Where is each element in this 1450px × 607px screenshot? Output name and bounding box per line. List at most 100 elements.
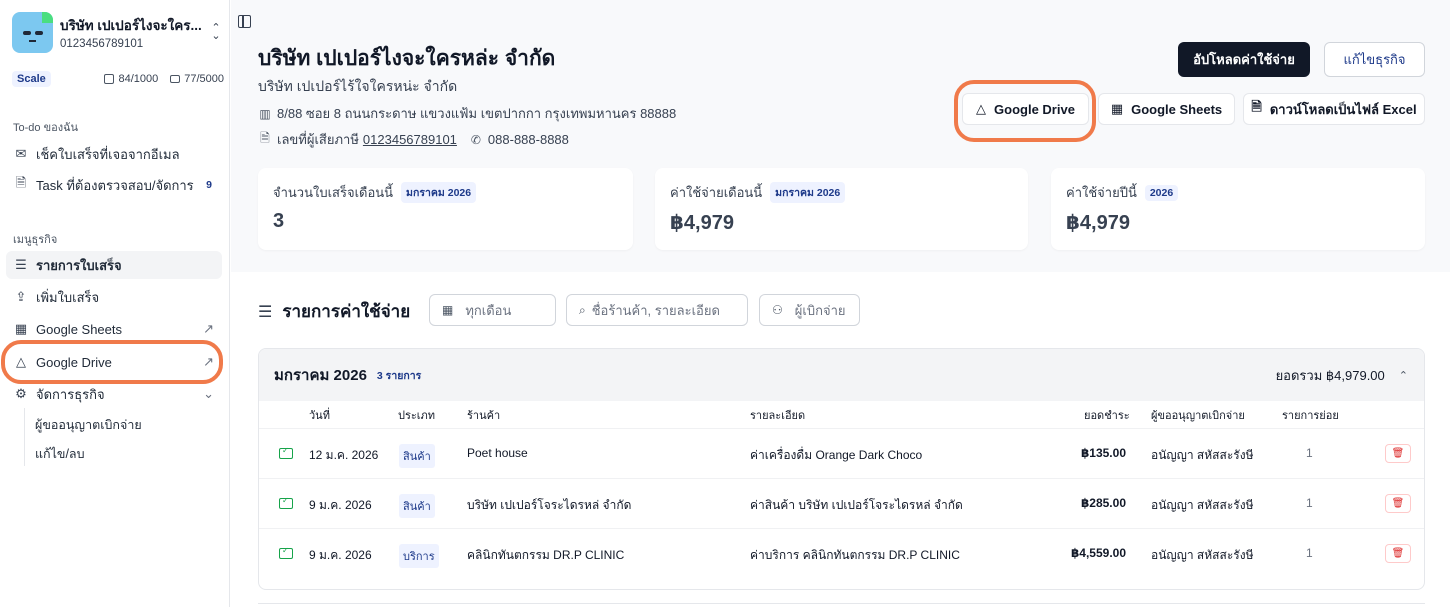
google-sheets-button[interactable]: ▦ Google Sheets [1098,93,1235,125]
col-date: วันที่ [309,410,330,422]
sheet-icon: ▦ [1110,101,1124,116]
download-excel-button[interactable]: 🗎 ดาวน์โหลดเป็นไฟล์ Excel [1243,93,1425,125]
delete-button[interactable]: 🗑 [1385,494,1411,513]
mail-icon: ✉ [15,146,27,161]
gear-icon: ⚙ [15,386,27,401]
sidebar-item-email-receipts[interactable]: ✉ เช็คใบเสร็จที่เจอจากอีเมล [6,140,222,168]
document-icon: 🗎 [260,131,270,145]
sidebar-item-manage-business[interactable]: ⚙ จัดการธุรกิจ ⌄ [6,380,222,408]
company-avatar [12,11,53,53]
folder-check-icon[interactable] [279,496,293,509]
delete-button[interactable]: 🗑 [1385,444,1411,463]
external-link-icon: ↗ [203,321,214,336]
row-shop: คลินิกทันตกรรม DR.P CLINIC [467,548,625,562]
row-items: 1 [1306,546,1313,560]
row-payer: อนัญญา สหัสสะรังษี [1151,548,1254,562]
group-count: 3 รายการ [376,369,422,382]
user-icon: ⚇ [772,303,783,317]
chevron-updown-icon: ⌃ ⌄ [211,22,221,42]
divider [259,428,1424,429]
sidebar-subitem-edit-delete[interactable]: แก้ไข/ลบ [35,444,85,464]
stat-card-expense-month: ค่าใช้จ่ายเดือนนี้ มกราคม 2026 ฿4,979 [655,168,1028,250]
sidebar: บริษัท เปเปอร์ไงจะใคร... 0123456789101 ⌃… [0,0,230,607]
sidebar-collapse-icon[interactable] [238,15,251,28]
list-icon: ☰ [258,303,273,321]
month-group-header[interactable]: มกราคม 2026 3 รายการ ยอดรวม ฿4,979.00 ⌃ [259,349,1424,401]
year-tag: 2026 [1144,184,1179,201]
edit-business-button[interactable]: แก้ไขธุรกิจ [1324,42,1425,77]
sidebar-item-google-sheets[interactable]: ▦ Google Sheets ↗ [6,315,222,343]
month-tag: มกราคม 2026 [401,182,477,203]
trash-icon: 🗑 [1391,498,1405,509]
col-detail: รายละเอียด [750,410,806,422]
file-icon: 🗎 [1251,99,1262,114]
delete-button[interactable]: 🗑 [1385,544,1411,563]
row-amount: ฿285.00 [1080,496,1126,510]
plan-row: Scale 84/1000 77/5000 [12,70,224,88]
row-shop: บริษัท เปเปอร์โจระไดรหล่ จำกัด [467,498,632,512]
address-line: ▥ 8/88 ซอย 8 ถนนกระดาษ แขวงแฟ้ม เขตปากกา… [259,106,677,121]
type-badge: บริการ [399,544,439,568]
tax-line: 🗎 เลขที่ผู้เสียภาษี 0123456789101 ✆ 088-… [258,129,569,150]
quota-docs: 84/1000 [104,73,158,85]
drive-icon: △ [16,354,26,369]
quota-mail: 77/5000 [170,73,224,85]
row-amount: ฿135.00 [1080,446,1126,460]
search-input[interactable]: ⌕ ชื่อร้านค้า, รายละเอียด [566,294,748,326]
col-amount: ยอดชำระ [1084,410,1130,422]
sheet-icon: ▦ [14,321,28,336]
sidebar-item-add-receipt[interactable]: ⇪ เพิ่มใบเสร็จ [6,283,222,311]
external-link-icon: ↗ [203,354,214,369]
col-items: รายการย่อย [1282,410,1339,422]
payer-filter[interactable]: ⚇ ผู้เบิกจ่าย [759,294,860,326]
type-badge: สินค้า [399,444,435,468]
file-icon: 🗎 [15,175,27,190]
col-type: ประเภท [398,410,436,422]
row-amount: ฿4,559.00 [1070,546,1126,560]
sidebar-item-tasks[interactable]: 🗎 Task ที่ต้องตรวจสอบ/จัดการ 9 [6,171,222,199]
row-date: 9 ม.ค. 2026 [309,548,372,562]
phone: ✆ 088-888-8888 [470,132,569,147]
todo-section-title: To-do ของฉัน [13,122,79,134]
list-icon: ☰ [15,257,27,272]
menu-section-title: เมนูธุรกิจ [13,234,58,246]
trash-icon: 🗑 [1391,448,1405,459]
divider [259,528,1424,529]
row-detail: ค่าบริการ คลินิกทันตกรรม DR.P CLINIC [750,548,960,562]
google-drive-button[interactable]: △ Google Drive [962,93,1089,125]
calendar-icon: ▦ [442,303,454,317]
trash-icon: 🗑 [1391,548,1405,559]
row-detail: ค่าสินค้า บริษัท เปเปอร์โจระไดรหล่ จำกัด [750,498,963,512]
tax-id-link[interactable]: 0123456789101 [363,132,457,147]
chevron-down-icon: ⌄ [203,386,214,401]
type-badge: สินค้า [399,494,435,518]
row-date: 12 ม.ค. 2026 [309,448,379,462]
company-name: บริษัท เปเปอร์ไงจะใคร... [60,18,202,33]
col-payer: ผู้ขออนุญาตเบิกจ่าย [1151,410,1245,422]
sidebar-subitem-approvers[interactable]: ผู้ขออนุญาตเบิกจ่าย [35,415,142,435]
group-total: ยอดรวม ฿4,979.00 [1275,367,1385,383]
next-group-edge [258,603,1425,607]
sidebar-item-receipts[interactable]: ☰ รายการใบเสร็จ [6,251,222,279]
folder-check-icon[interactable] [279,546,293,559]
stat-value: ฿4,979 [670,212,734,234]
stat-value: ฿4,979 [1066,212,1130,234]
folder-check-icon[interactable] [279,446,293,459]
month-filter[interactable]: ▦ ทุกเดือน [429,294,556,326]
group-title: มกราคม 2026 [274,367,367,384]
chevron-up-icon[interactable]: ⌃ [1399,369,1408,382]
document-icon [104,74,115,84]
month-tag: มกราคม 2026 [770,182,846,203]
page-subtitle: บริษัท เปเปอร์ไร้ใจใครหน่ะ จำกัด [258,78,458,94]
stat-card-receipts-month: จำนวนใบเสร็จเดือนนี้ มกราคม 2026 3 [258,168,633,250]
upload-expense-button[interactable]: อัปโหลดค่าใช้จ่าย [1178,42,1310,77]
submenu-line [24,408,25,466]
plan-badge: Scale [12,71,51,87]
row-items: 1 [1306,496,1313,510]
company-switcher[interactable]: บริษัท เปเปอร์ไงจะใคร... 0123456789101 ⌃… [12,10,224,54]
stat-value: 3 [273,210,285,232]
upload-icon: ⇪ [15,289,27,304]
divider [259,478,1424,479]
sidebar-item-google-drive[interactable]: △ Google Drive ↗ [6,348,222,376]
company-id: 0123456789101 [60,38,144,50]
